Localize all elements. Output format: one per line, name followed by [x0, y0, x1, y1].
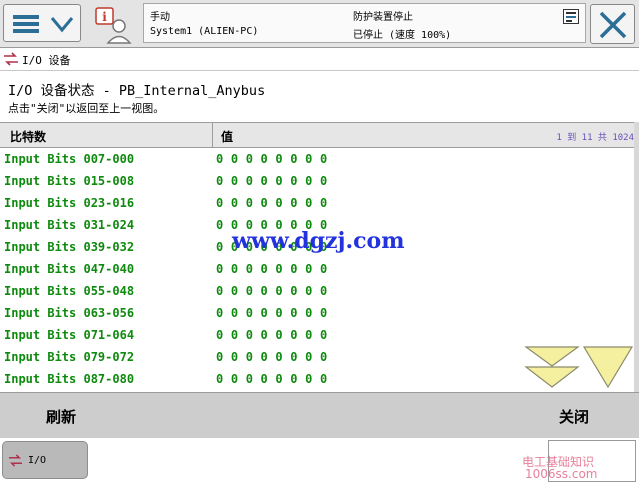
io-icon [4, 52, 18, 66]
safety-status: 防护装置停止 [353, 12, 413, 23]
table-row[interactable]: Input Bits 023-016 0 0 0 0 0 0 0 0 [0, 192, 634, 214]
signal-value: 0 0 0 0 0 0 0 0 [216, 328, 328, 342]
menu-icon [13, 15, 39, 33]
signal-name: Input Bits 071-064 [4, 328, 135, 342]
page-down-icon[interactable] [523, 344, 581, 390]
column-header-value[interactable]: 值 [221, 128, 233, 145]
signal-name: Input Bits 039-032 [4, 240, 135, 254]
command-bar: 刷新 关闭 [0, 392, 639, 439]
signal-name: Input Bits 015-008 [4, 174, 135, 188]
window-close-button[interactable] [590, 4, 635, 44]
scroll-down-icon[interactable] [582, 344, 634, 390]
main-menu-button[interactable] [3, 4, 81, 42]
status-panel[interactable]: 手动 System1 (ALIEN-PC) 防护装置停止 已停止 (速度 100… [143, 3, 586, 43]
signal-value: 0 0 0 0 0 0 0 0 [216, 262, 328, 276]
operator-info-icon[interactable]: i [94, 6, 134, 44]
operating-mode: 手动 [150, 12, 170, 23]
refresh-button[interactable]: 刷新 [46, 406, 76, 427]
signal-name: Input Bits 087-080 [4, 372, 135, 386]
brand-watermark-line2: 1006ss.com [525, 467, 598, 481]
signal-name: Input Bits 023-016 [4, 196, 135, 210]
taskbar-io-label: I/O [28, 455, 47, 466]
signal-value: 0 0 0 0 0 0 0 0 [216, 196, 328, 210]
column-divider [212, 123, 213, 147]
watermark-text: www.dgzj.com [232, 228, 405, 254]
signal-name: Input Bits 031-024 [4, 218, 135, 232]
signal-name: Input Bits 063-056 [4, 306, 135, 320]
signal-value: 0 0 0 0 0 0 0 0 [216, 350, 328, 364]
table-row[interactable]: Input Bits 071-064 0 0 0 0 0 0 0 0 [0, 324, 634, 346]
status-indicator-icon [563, 9, 579, 24]
table-row[interactable]: Input Bits 047-040 0 0 0 0 0 0 0 0 [0, 258, 634, 280]
taskbar-io-button[interactable]: I/O [2, 441, 88, 479]
signal-value: 0 0 0 0 0 0 0 0 [216, 152, 328, 166]
table-row[interactable]: Input Bits 063-056 0 0 0 0 0 0 0 0 [0, 302, 634, 324]
view-title: I/O 设备 [22, 54, 71, 67]
signal-value: 0 0 0 0 0 0 0 0 [216, 306, 328, 320]
run-status: 已停止 (速度 100%) [353, 30, 452, 41]
signal-name: Input Bits 007-000 [4, 152, 135, 166]
io-icon [9, 454, 22, 467]
page-title: I/O 设备状态 - PB_Internal_Anybus [8, 83, 266, 99]
close-button[interactable]: 关闭 [559, 406, 589, 427]
signal-name: Input Bits 079-072 [4, 350, 135, 364]
chevron-down-icon [50, 17, 74, 33]
signal-value: 0 0 0 0 0 0 0 0 [216, 372, 328, 386]
table-row[interactable]: Input Bits 007-000 0 0 0 0 0 0 0 0 [0, 148, 634, 170]
view-title-strip: I/O 设备 [0, 48, 639, 71]
column-header-bits[interactable]: 比特数 [10, 128, 46, 145]
system-name: System1 (ALIEN-PC) [150, 26, 259, 37]
table-header: 比特数 值 1 到 11 共 1024 [0, 122, 634, 148]
table-row[interactable]: Input Bits 055-048 0 0 0 0 0 0 0 0 [0, 280, 634, 302]
signal-value: 0 0 0 0 0 0 0 0 [216, 174, 328, 188]
svg-text:i: i [102, 10, 107, 24]
signal-name: Input Bits 055-048 [4, 284, 135, 298]
page-hint: 点击"关闭"以返回至上一视图。 [8, 102, 165, 115]
signal-name: Input Bits 047-040 [4, 262, 135, 276]
table-row[interactable]: Input Bits 015-008 0 0 0 0 0 0 0 0 [0, 170, 634, 192]
scroll-controls [523, 344, 635, 390]
close-x-icon [599, 11, 627, 39]
row-range-indicator: 1 到 11 共 1024 [556, 133, 634, 143]
signal-value: 0 0 0 0 0 0 0 0 [216, 284, 328, 298]
top-bar: i 手动 System1 (ALIEN-PC) 防护装置停止 已停止 (速度 1… [0, 0, 639, 48]
